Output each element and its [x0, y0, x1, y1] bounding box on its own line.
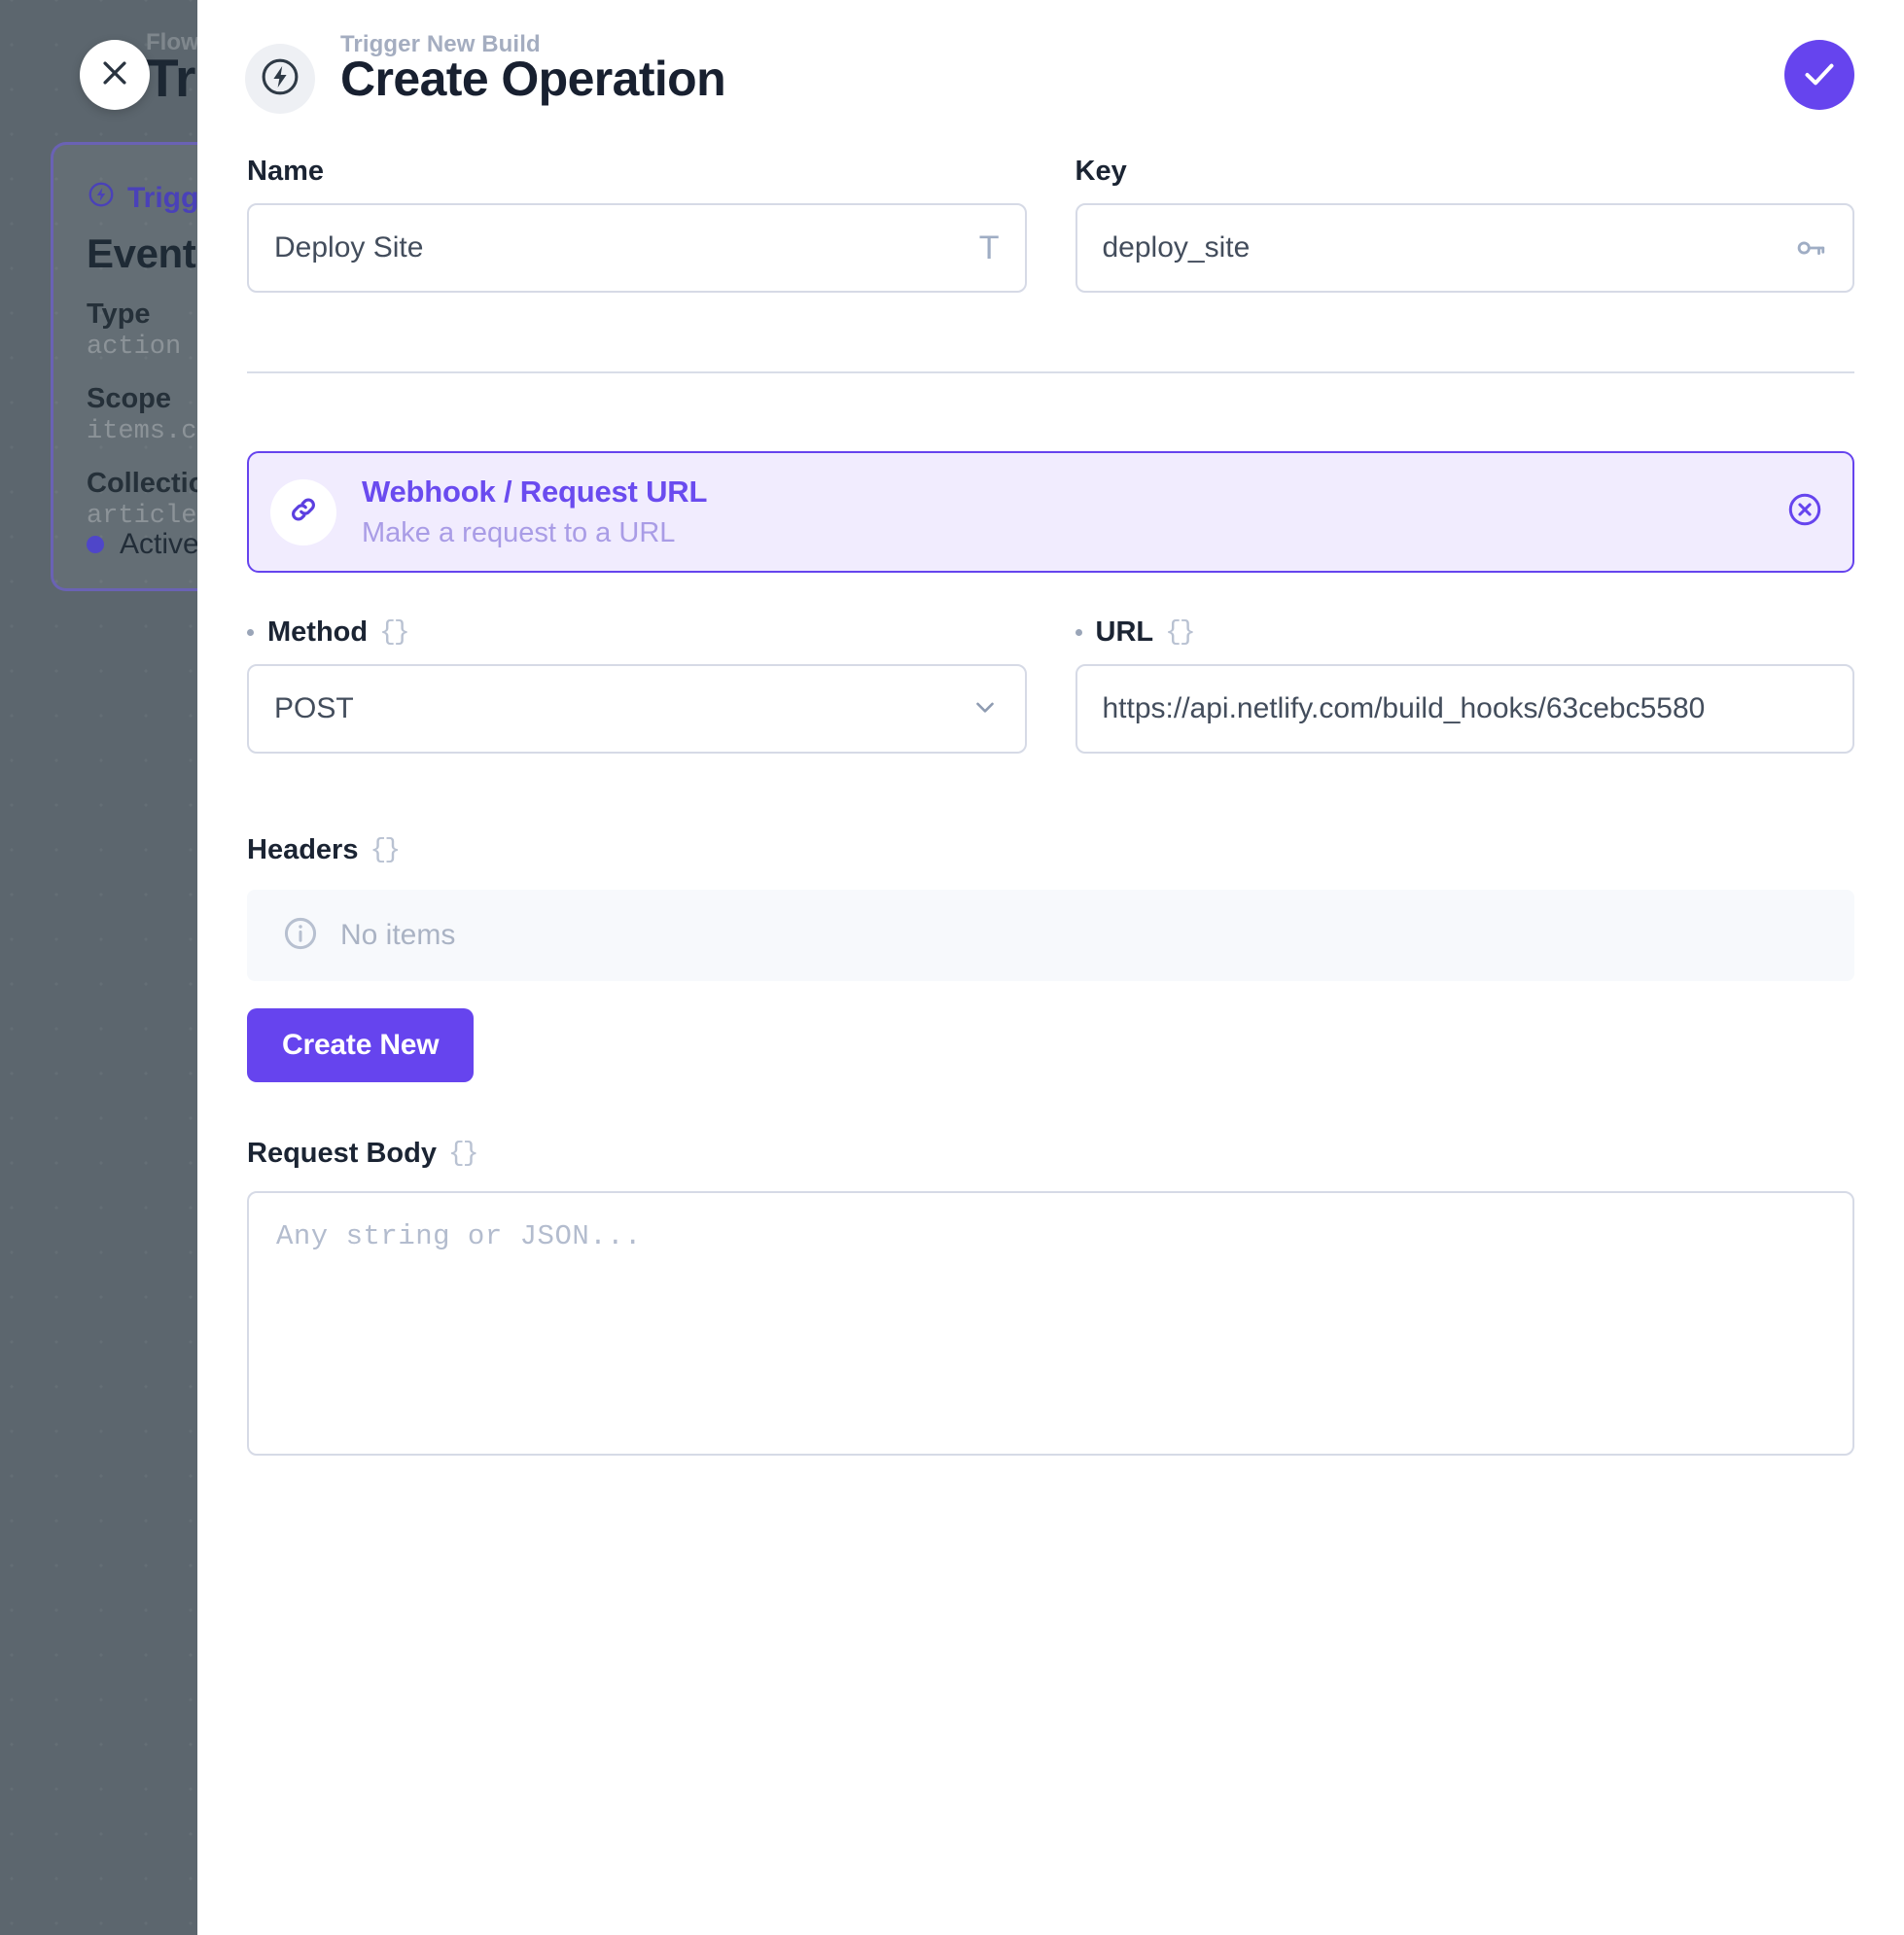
key-field-group: Key deploy_site: [1075, 156, 1855, 293]
url-input[interactable]: https://api.netlify.com/build_hooks/63ce…: [1075, 664, 1854, 754]
operation-bolt-badge: [245, 44, 315, 114]
request-body-placeholder: Any string or JSON...: [276, 1220, 642, 1252]
create-operation-drawer: Trigger New Build Create Operation Name …: [197, 0, 1904, 1935]
check-icon: [1800, 54, 1839, 96]
key-input[interactable]: deploy_site: [1075, 203, 1854, 293]
request-body-textarea[interactable]: Any string or JSON...: [247, 1191, 1854, 1456]
name-label: Name: [247, 156, 1027, 188]
request-body-label-text: Request Body: [247, 1138, 437, 1169]
webhook-card-text: Webhook / Request URL Make a request to …: [362, 475, 1786, 549]
key-input-value: deploy_site: [1102, 231, 1251, 264]
link-icon-badge: [270, 478, 336, 545]
url-label-text: URL: [1095, 616, 1154, 648]
status-dot-icon: [87, 536, 104, 553]
chevron-down-icon: [970, 692, 1000, 726]
close-button[interactable]: [80, 40, 150, 110]
url-field-group: URL {} https://api.netlify.com/build_hoo…: [1075, 616, 1855, 754]
webhook-card-subtitle: Make a request to a URL: [362, 517, 676, 548]
method-select-value: POST: [274, 692, 354, 724]
headers-empty-text: No items: [340, 919, 456, 951]
link-icon: [286, 492, 321, 532]
save-button[interactable]: [1784, 40, 1854, 110]
url-label: URL {}: [1075, 616, 1855, 649]
deselect-operation-button[interactable]: [1786, 491, 1823, 533]
name-key-row: Name Deploy Site T Key deploy_site: [247, 156, 1854, 293]
name-label-text: Name: [247, 156, 324, 187]
close-circle-icon: [1786, 491, 1823, 533]
braces-icon: {}: [1165, 617, 1196, 648]
braces-icon: {}: [370, 835, 401, 865]
webhook-operation-card[interactable]: Webhook / Request URL Make a request to …: [247, 451, 1854, 573]
request-body-label: Request Body {}: [247, 1138, 1854, 1170]
name-input[interactable]: Deploy Site T: [247, 203, 1027, 293]
key-label: Key: [1075, 156, 1855, 188]
required-indicator-icon: [247, 629, 254, 636]
bolt-circle-icon: [259, 55, 301, 103]
name-input-value: Deploy Site: [274, 231, 424, 264]
create-new-header-button[interactable]: Create New: [247, 1008, 475, 1082]
text-type-icon: T: [979, 231, 1000, 264]
name-field-group: Name Deploy Site T: [247, 156, 1027, 293]
drawer-header: Trigger New Build Create Operation: [197, 0, 1904, 148]
braces-icon: {}: [379, 617, 410, 648]
method-label-text: Method: [267, 616, 369, 648]
request-body-section: Request Body {} Any string or JSON...: [247, 1138, 1854, 1456]
key-icon: [1794, 231, 1827, 264]
text-type-glyph: T: [978, 229, 1000, 266]
info-icon: [282, 915, 319, 957]
headers-label: Headers {}: [247, 834, 1854, 866]
method-label: Method {}: [247, 616, 1027, 649]
section-divider: [247, 371, 1854, 373]
key-label-text: Key: [1075, 156, 1127, 187]
braces-icon: {}: [447, 1139, 479, 1169]
headers-label-text: Headers: [247, 834, 359, 865]
headers-empty-state: No items: [247, 890, 1854, 981]
method-url-row: Method {} POST URL {} https://api.netlif…: [247, 616, 1854, 754]
method-select[interactable]: POST: [247, 664, 1027, 754]
bolt-circle-icon: [87, 180, 116, 217]
method-field-group: Method {} POST: [247, 616, 1027, 754]
close-icon: [98, 56, 131, 94]
drawer-title: Create Operation: [340, 52, 726, 106]
headers-section: Headers {} No items Create New: [247, 834, 1854, 1082]
required-indicator-icon: [1075, 629, 1082, 636]
backdrop-status-label: Active: [120, 528, 199, 560]
webhook-card-title: Webhook / Request URL: [362, 475, 708, 509]
url-input-value: https://api.netlify.com/build_hooks/63ce…: [1102, 692, 1706, 724]
